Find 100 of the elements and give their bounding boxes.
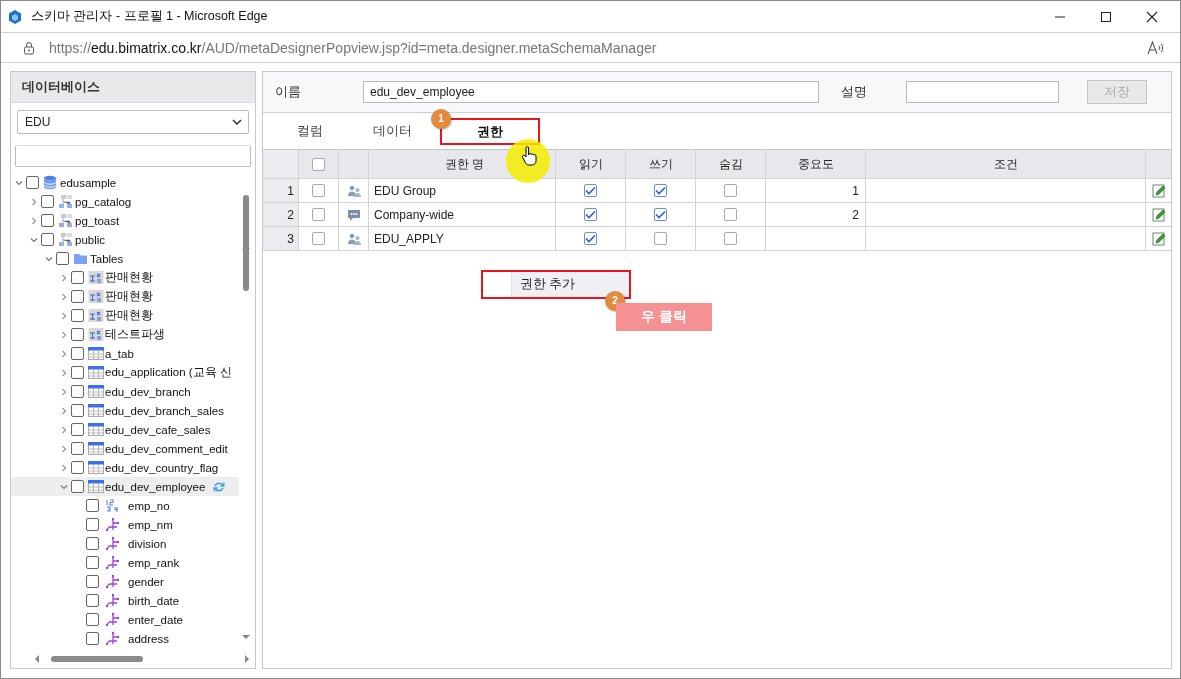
checkbox[interactable]: [724, 184, 737, 197]
checkbox[interactable]: [654, 208, 667, 221]
checkbox[interactable]: [71, 385, 84, 398]
tree-item[interactable]: division: [128, 537, 167, 550]
tree-item[interactable]: Tables: [90, 252, 124, 265]
menu-item[interactable]: 권한 추가: [511, 272, 629, 297]
checkbox[interactable]: [86, 537, 99, 550]
tree-item[interactable]: edu_dev_country_flag: [105, 461, 219, 474]
column-header[interactable]: 중요도: [766, 150, 866, 178]
tab[interactable]: 컬럼: [275, 122, 345, 140]
column-header[interactable]: 쓰기: [626, 150, 696, 178]
column-header[interactable]: 읽기: [556, 150, 626, 178]
checkbox[interactable]: [584, 208, 597, 221]
tree-item[interactable]: edu_dev_branch: [105, 385, 191, 398]
chevron-right-icon[interactable]: [60, 311, 68, 320]
close-icon[interactable]: [1146, 10, 1158, 23]
tree-item[interactable]: emp_no: [128, 499, 170, 512]
chevron-down-icon[interactable]: [45, 254, 53, 263]
edit-icon[interactable]: [1151, 183, 1166, 198]
column-header[interactable]: 조건: [866, 150, 1146, 178]
checkbox[interactable]: [71, 461, 84, 474]
tree-item[interactable]: a_tab: [105, 347, 134, 360]
checkbox[interactable]: [86, 632, 99, 645]
tree-item[interactable]: birth_date: [128, 594, 180, 607]
chevron-right-icon[interactable]: [60, 273, 68, 282]
chevron-right-icon[interactable]: [60, 463, 68, 472]
selected-tree-row[interactable]: edu_dev_employee: [11, 477, 239, 496]
tree-item[interactable]: 판매현황: [105, 270, 153, 285]
chevron-right-icon[interactable]: [60, 406, 68, 415]
tree-item[interactable]: edu_dev_cafe_sales: [105, 423, 211, 436]
edit-icon[interactable]: [1151, 231, 1166, 246]
checkbox[interactable]: [584, 232, 597, 245]
checkbox[interactable]: [71, 366, 84, 379]
tree-item[interactable]: pg_toast: [75, 214, 120, 227]
url-text[interactable]: https://edu.bimatrix.co.kr/AUD/metaDesignerPopview.jsp?id=meta.designer.metaSchemaManager: [49, 39, 1132, 56]
checkbox[interactable]: [86, 518, 99, 531]
chevron-right-icon[interactable]: [60, 349, 68, 358]
chevron-right-icon[interactable]: [60, 368, 68, 377]
checkbox[interactable]: [71, 347, 84, 360]
name-field[interactable]: edu_dev_employee: [363, 81, 819, 103]
checkbox[interactable]: [71, 423, 84, 436]
tree-item[interactable]: pg_catalog: [75, 195, 132, 208]
tree-item[interactable]: emp_nm: [128, 518, 173, 531]
tree-item[interactable]: edu_dev_branch_sales: [105, 404, 224, 417]
description-field[interactable]: [906, 81, 1059, 103]
checkbox[interactable]: [584, 184, 597, 197]
checkbox[interactable]: [71, 442, 84, 455]
checkbox[interactable]: [71, 309, 84, 322]
tree-item[interactable]: address: [128, 632, 169, 645]
refresh-icon[interactable]: [213, 480, 226, 493]
checkbox[interactable]: [71, 328, 84, 341]
checkbox[interactable]: [86, 499, 99, 512]
search-field[interactable]: [15, 145, 251, 167]
edit-icon[interactable]: [1151, 207, 1166, 222]
checkbox[interactable]: [86, 594, 99, 607]
chevron-right-icon[interactable]: [60, 387, 68, 396]
maximize-icon[interactable]: [1100, 10, 1112, 23]
database-select[interactable]: EDU: [17, 110, 249, 134]
chevron-right-icon[interactable]: [60, 444, 68, 453]
tree-item[interactable]: 테스트파생: [105, 327, 165, 342]
tree-item[interactable]: gender: [128, 575, 164, 588]
tree-item[interactable]: 판매현황: [105, 308, 153, 323]
chevron-down-icon[interactable]: [60, 482, 68, 491]
tree-item[interactable]: edusample: [60, 176, 117, 189]
chevron-right-icon[interactable]: [60, 425, 68, 434]
column-header[interactable]: 숨김: [696, 150, 766, 178]
tree-item[interactable]: edu_application (교육 신: [105, 365, 232, 380]
table-cell: 1: [766, 179, 866, 202]
chevron-down-icon[interactable]: [30, 235, 38, 244]
tree-item[interactable]: public: [75, 233, 106, 246]
checkbox[interactable]: [71, 404, 84, 417]
checkbox[interactable]: [724, 208, 737, 221]
checkbox[interactable]: [312, 184, 325, 197]
tree-item[interactable]: edu_dev_comment_edit: [105, 442, 228, 455]
checkbox[interactable]: [654, 232, 667, 245]
chevron-right-icon[interactable]: [30, 197, 38, 206]
chevron-right-icon[interactable]: [30, 216, 38, 225]
checkbox[interactable]: [26, 176, 39, 189]
checkbox[interactable]: [41, 214, 54, 227]
checkbox[interactable]: [312, 157, 325, 171]
checkbox[interactable]: [56, 252, 69, 265]
tree-item[interactable]: emp_rank: [128, 556, 180, 569]
checkbox[interactable]: [71, 290, 84, 303]
checkbox[interactable]: [86, 613, 99, 626]
checkbox[interactable]: [724, 232, 737, 245]
checkbox[interactable]: [86, 556, 99, 569]
read-aloud-icon[interactable]: [1146, 39, 1164, 56]
chevron-right-icon[interactable]: [60, 292, 68, 301]
checkbox[interactable]: [654, 184, 667, 197]
checkbox[interactable]: [41, 195, 54, 208]
checkbox[interactable]: [41, 233, 54, 246]
chevron-down-icon[interactable]: [15, 178, 23, 187]
checkbox[interactable]: [312, 208, 325, 221]
checkbox[interactable]: [86, 575, 99, 588]
checkbox[interactable]: [312, 232, 325, 245]
checkbox[interactable]: [71, 271, 84, 284]
chevron-right-icon[interactable]: [60, 330, 68, 339]
tree-item[interactable]: 판매현황: [105, 289, 153, 304]
checkbox[interactable]: [71, 480, 84, 493]
tree-item[interactable]: enter_date: [128, 613, 183, 626]
